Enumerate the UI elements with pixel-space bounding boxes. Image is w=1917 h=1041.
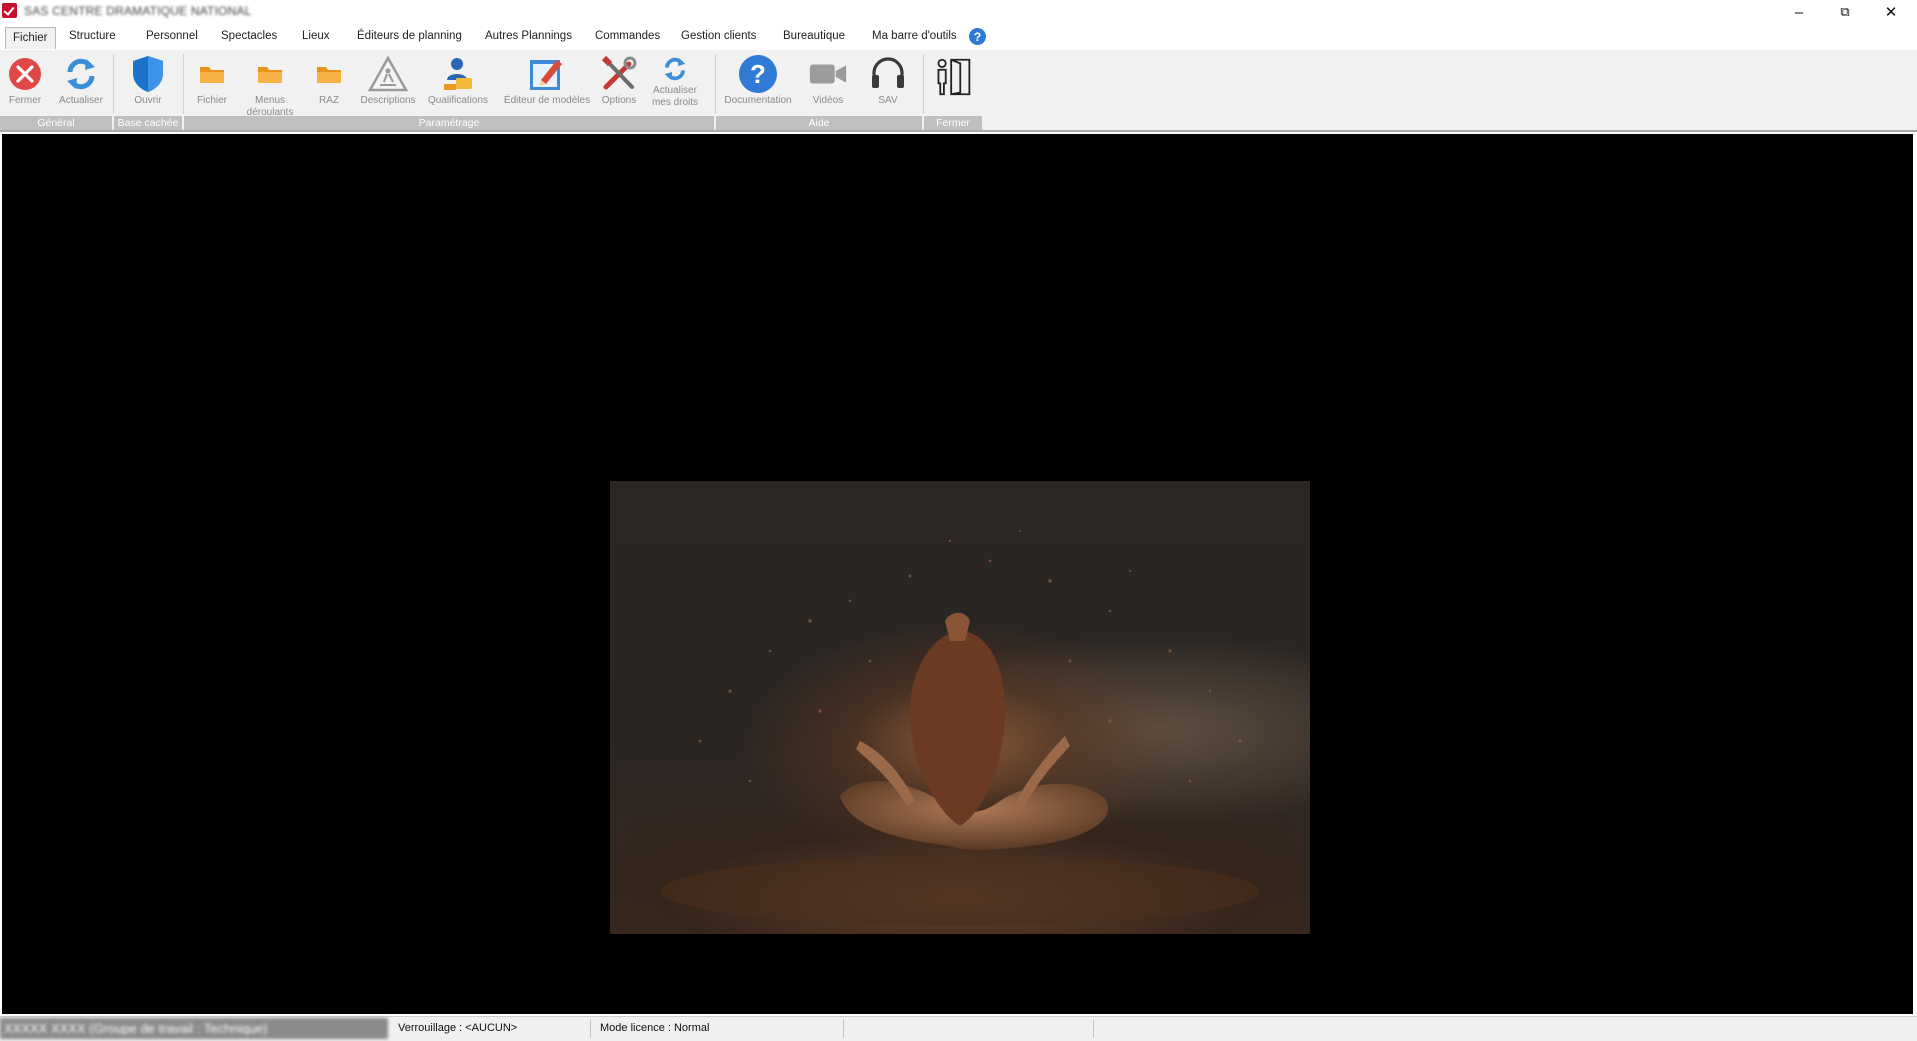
status-divider xyxy=(1093,1019,1094,1038)
status-divider xyxy=(590,1019,591,1038)
group-label-aide: Aide xyxy=(716,116,922,130)
video-camera-icon xyxy=(808,54,848,94)
ribbon-tab-strip: Fichier Structure Personnel Spectacles L… xyxy=(0,24,1917,51)
tab-commandes[interactable]: Commandes xyxy=(595,30,660,42)
dancer-illustration xyxy=(660,530,1260,926)
refresh-icon xyxy=(61,54,101,94)
actualiser-button[interactable]: Actualiser xyxy=(54,54,108,107)
exit-door-icon xyxy=(933,54,973,100)
tab-gestion-clients[interactable]: Gestion clients xyxy=(681,30,756,42)
restore-button[interactable]: ⧉ xyxy=(1822,0,1868,24)
tab-lieux[interactable]: Lieux xyxy=(302,30,330,42)
group-label-general: Général xyxy=(0,116,112,130)
ribbon-separator xyxy=(113,54,114,114)
actualiser-mes-droits-button[interactable]: Actualiser mes droits xyxy=(646,54,704,109)
headset-icon xyxy=(868,54,908,94)
edit-template-icon xyxy=(527,54,567,94)
ribbon-separator xyxy=(715,54,716,114)
status-user: XXXXX XXXX (Groupe de travail : Techniqu… xyxy=(0,1018,388,1039)
group-label-parametrage: Paramétrage xyxy=(184,116,714,130)
group-label-base-cachee: Base cachée xyxy=(114,116,182,130)
app-logo-icon xyxy=(2,3,17,18)
group-label-fermer: Fermer xyxy=(924,116,982,130)
status-divider xyxy=(843,1019,844,1038)
tab-personnel[interactable]: Personnel xyxy=(146,30,198,42)
editeur-de-modeles-button[interactable]: Éditeur de modèles xyxy=(500,54,594,107)
title-bar: SAS CENTRE DRAMATIQUE NATIONAL – ⧉ ✕ xyxy=(0,0,1917,24)
tab-ma-barre-doutils[interactable]: Ma barre d'outils xyxy=(872,30,957,42)
svg-text:?: ? xyxy=(750,59,766,89)
main-workspace xyxy=(2,134,1913,1014)
options-button[interactable]: Options xyxy=(596,54,642,107)
tab-editeurs-de-planning[interactable]: Éditeurs de planning xyxy=(357,30,462,42)
tab-autres-plannings[interactable]: Autres Plannings xyxy=(485,30,572,42)
status-lock: Verrouillage : <AUCUN> xyxy=(398,1022,518,1034)
folder-icon xyxy=(250,54,290,94)
tab-bureautique[interactable]: Bureautique xyxy=(783,30,845,42)
ribbon-separator xyxy=(183,54,184,114)
refresh-icon xyxy=(655,54,695,84)
raz-button[interactable]: RAZ xyxy=(310,54,348,107)
qualifications-button[interactable]: Qualifications xyxy=(424,54,492,107)
ribbon-separator xyxy=(923,54,924,114)
descriptions-button[interactable]: Descriptions xyxy=(356,54,420,107)
window-title: SAS CENTRE DRAMATIQUE NATIONAL xyxy=(24,4,252,18)
help-icon[interactable]: ? xyxy=(969,28,986,45)
minimize-button[interactable]: – xyxy=(1776,0,1822,24)
tab-fichier[interactable]: Fichier xyxy=(5,27,56,49)
exit-button[interactable] xyxy=(928,54,978,101)
videos-button[interactable]: Vidéos xyxy=(804,54,852,107)
help-circle-icon: ? xyxy=(738,54,778,94)
splash-image xyxy=(610,481,1310,934)
close-window-button[interactable]: ✕ xyxy=(1868,0,1914,24)
tools-icon xyxy=(599,54,639,94)
tab-structure[interactable]: Structure xyxy=(69,30,116,42)
ouvrir-button[interactable]: Ouvrir xyxy=(122,54,174,107)
folder-icon xyxy=(309,54,349,94)
status-license: Mode licence : Normal xyxy=(600,1022,710,1034)
worker-icon xyxy=(438,54,478,94)
folder-icon xyxy=(192,54,232,94)
warning-construction-icon xyxy=(368,54,408,94)
status-bar: XXXXX XXXX (Groupe de travail : Techniqu… xyxy=(0,1016,1917,1041)
ribbon-toolbar: Fermer Actualiser Général Ouvrir Base ca… xyxy=(0,50,1917,132)
fichier-button[interactable]: Fichier xyxy=(192,54,232,107)
close-circle-icon xyxy=(5,54,45,94)
shield-icon xyxy=(128,54,168,94)
menus-deroulants-button[interactable]: Menus déroulants xyxy=(240,54,300,119)
sav-button[interactable]: SAV xyxy=(864,54,912,107)
documentation-button[interactable]: ? Documentation xyxy=(720,54,796,107)
fermer-button[interactable]: Fermer xyxy=(2,54,48,107)
tab-spectacles[interactable]: Spectacles xyxy=(221,30,277,42)
